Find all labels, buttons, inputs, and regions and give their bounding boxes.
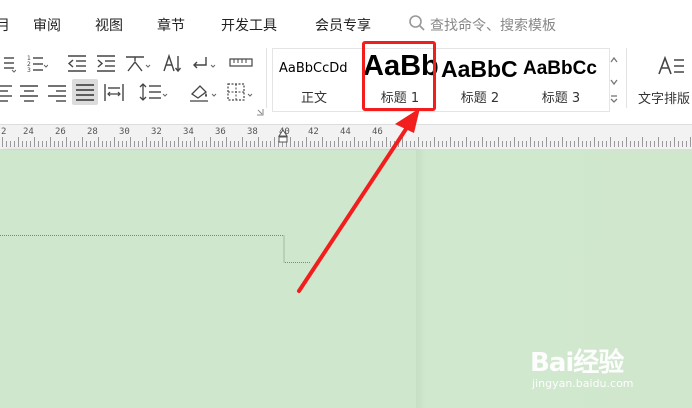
menu-item-chapter[interactable]: 章节 xyxy=(157,15,185,35)
gallery-more-icon[interactable] xyxy=(610,95,618,103)
paragraph-dialog-launcher-icon[interactable] xyxy=(256,108,264,116)
ruler-label: 30 xyxy=(119,127,130,137)
distributed-align-icon[interactable] xyxy=(103,82,125,102)
ruler-label: 28 xyxy=(87,127,98,137)
baidu-jingyan-watermark: Bai经验 jingyan.baidu.com xyxy=(530,342,680,402)
style-sample: AaBbC xyxy=(441,56,518,82)
menu-item-developer-tools[interactable]: 开发工具 xyxy=(221,15,277,35)
style-gallery-scroll xyxy=(606,48,622,110)
ruler-label: 24 xyxy=(23,127,34,137)
ruler-label: 34 xyxy=(183,127,194,137)
ribbon-separator xyxy=(626,48,627,108)
shading-icon[interactable] xyxy=(188,82,220,102)
ribbon-separator xyxy=(266,48,267,108)
style-gallery: AaBbCcDd 正文 AaBb 标题 1 AaBbC 标题 2 AaBbCc … xyxy=(272,48,610,112)
borders-icon[interactable] xyxy=(226,82,258,102)
bullet-list-icon[interactable] xyxy=(0,53,16,73)
style-caption: 标题 3 xyxy=(541,91,581,106)
ruler-label: 36 xyxy=(215,127,226,137)
style-sample: AaBbCc xyxy=(523,58,597,79)
ruler-label: 42 xyxy=(308,127,319,137)
increase-indent-icon[interactable] xyxy=(95,53,117,73)
menu-item-review[interactable]: 审阅 xyxy=(33,15,61,35)
scroll-up-icon[interactable] xyxy=(610,56,618,63)
show-hide-marks-icon[interactable] xyxy=(190,53,218,73)
ruler-label: 26 xyxy=(55,127,66,137)
ruler-label: 46 xyxy=(372,127,383,137)
align-left-icon[interactable] xyxy=(0,82,14,102)
align-center-icon[interactable] xyxy=(18,82,40,102)
align-right-icon[interactable] xyxy=(46,82,68,102)
ruler-label: 44 xyxy=(340,127,351,137)
line-spacing-icon[interactable] xyxy=(139,82,169,102)
numbered-list-icon[interactable]: 123 xyxy=(26,53,48,73)
svg-text:3: 3 xyxy=(27,67,31,73)
indent-marker-icon[interactable] xyxy=(278,128,288,148)
scroll-down-icon[interactable] xyxy=(610,79,618,86)
style-tile-heading-3[interactable]: AaBbCc 标题 3 xyxy=(521,49,601,109)
text-boundary-lines xyxy=(0,235,310,263)
menu-item-member[interactable]: 会员专享 xyxy=(315,15,371,35)
highlight-box xyxy=(362,41,436,111)
search-input[interactable]: 查找命令、搜索模板 xyxy=(430,15,556,35)
watermark-brand: Bai经验 xyxy=(530,348,624,378)
document-page[interactable] xyxy=(0,150,416,408)
ruler-label: 38 xyxy=(247,127,258,137)
text-layout-label: 文字排版 xyxy=(638,92,691,107)
justify-icon[interactable] xyxy=(72,79,98,105)
menu-bar: 月 审阅 视图 章节 开发工具 会员专享 查找命令、搜索模板 xyxy=(0,0,692,44)
style-tile-body-text[interactable]: AaBbCcDd 正文 xyxy=(273,49,355,109)
watermark-url: jingyan.baidu.com xyxy=(532,377,634,390)
chinese-layout-icon[interactable] xyxy=(124,53,152,73)
horizontal-ruler[interactable]: 2 24 26 28 30 32 34 36 38 40 42 44 46 xyxy=(0,124,692,150)
text-layout-button[interactable]: 文字排版 xyxy=(632,48,692,110)
tab-ruler-icon[interactable] xyxy=(229,53,253,73)
style-caption: 正文 xyxy=(300,91,327,106)
sort-icon[interactable] xyxy=(160,53,182,73)
ruler-label: 2 xyxy=(1,127,7,137)
menu-item-view[interactable]: 视图 xyxy=(95,15,123,35)
decrease-indent-icon[interactable] xyxy=(66,53,88,73)
style-tile-heading-2[interactable]: AaBbC 标题 2 xyxy=(441,49,519,109)
text-layout-icon xyxy=(658,55,684,75)
menu-item-start-partial[interactable]: 月 xyxy=(0,15,10,35)
style-caption: 标题 2 xyxy=(460,91,500,106)
search-icon[interactable] xyxy=(408,14,426,32)
style-sample: AaBbCcDd xyxy=(279,61,348,76)
ruler-label: 32 xyxy=(151,127,162,137)
